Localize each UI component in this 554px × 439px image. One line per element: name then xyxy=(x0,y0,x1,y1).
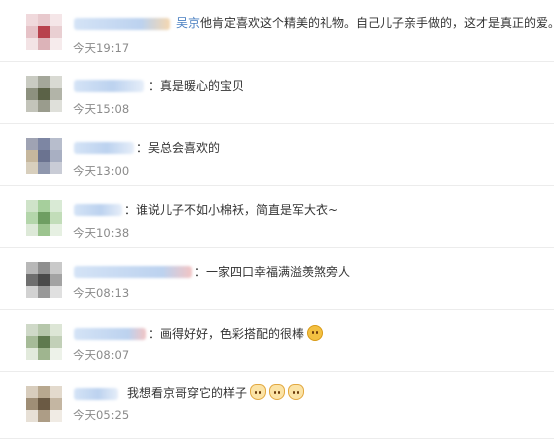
username-blurred[interactable] xyxy=(74,388,118,400)
comment-item: 我想看京哥穿它的样子 今天05:25 xyxy=(0,372,554,439)
comment-text: 吴京他肯定喜欢这个精美的礼物。自己儿子亲手做的，这才是真正的爱。 xyxy=(176,15,554,31)
comment-item: ：真是暖心的宝贝 今天15:08 xyxy=(0,62,554,124)
timestamp: 今天19:17 xyxy=(73,41,130,55)
comment-item: ：谁说儿子不如小棉袄，简直是军大衣~ 今天10:38 xyxy=(0,186,554,248)
comment-item: ：画得好好，色彩搭配的很棒 今天08:07 xyxy=(0,310,554,372)
comment-body: 他肯定喜欢这个精美的礼物。自己儿子亲手做的，这才是真正的爱。 xyxy=(200,16,554,30)
comment-text: ：真是暖心的宝贝 xyxy=(148,79,245,93)
comment-text: 我想看京哥穿它的样子 xyxy=(127,384,305,401)
comment-text: ：画得好好，色彩搭配的很棒 xyxy=(148,325,324,342)
avatar[interactable] xyxy=(26,138,62,174)
comment-text: ：一家四口幸福满溢羡煞旁人 xyxy=(194,265,351,279)
cat-face-icon xyxy=(250,384,267,400)
timestamp: 今天08:07 xyxy=(73,348,130,362)
avatar[interactable] xyxy=(26,324,62,360)
timestamp: 今天13:00 xyxy=(73,164,130,178)
comment-item: ：一家四口幸福满溢羡煞旁人 今天08:13 xyxy=(0,248,554,310)
username-blurred[interactable] xyxy=(74,328,146,340)
comment-item: 吴京他肯定喜欢这个精美的礼物。自己儿子亲手做的，这才是真正的爱。 今天19:17 xyxy=(0,0,554,62)
cat-face-icon xyxy=(269,384,286,400)
avatar[interactable] xyxy=(26,262,62,298)
comment-body: 我想看京哥穿它的样子 xyxy=(127,386,248,400)
avatar[interactable] xyxy=(26,200,62,236)
username-blurred[interactable] xyxy=(74,142,134,154)
comment-item: ：吴总会喜欢的 今天13:00 xyxy=(0,124,554,186)
timestamp: 今天08:13 xyxy=(73,286,130,300)
avatar[interactable] xyxy=(26,386,62,422)
comment-text: ：谁说儿子不如小棉袄，简直是军大衣~ xyxy=(124,203,339,217)
comment-list: 吴京他肯定喜欢这个精美的礼物。自己儿子亲手做的，这才是真正的爱。 今天19:17… xyxy=(0,0,554,439)
timestamp: 今天10:38 xyxy=(73,226,130,240)
avatar[interactable] xyxy=(26,14,62,50)
comment-text: ：吴总会喜欢的 xyxy=(136,141,221,155)
username-blurred[interactable] xyxy=(74,204,122,216)
avatar[interactable] xyxy=(26,76,62,112)
username-blurred[interactable] xyxy=(74,266,192,278)
username-blurred[interactable] xyxy=(74,18,170,30)
timestamp: 今天15:08 xyxy=(73,102,130,116)
mention-link[interactable]: 吴京 xyxy=(176,16,200,30)
cat-face-icon xyxy=(288,384,305,400)
blush-face-icon xyxy=(307,325,324,341)
comment-body: ：画得好好，色彩搭配的很棒 xyxy=(148,327,305,341)
timestamp: 今天05:25 xyxy=(73,408,130,422)
username-blurred[interactable] xyxy=(74,80,144,92)
